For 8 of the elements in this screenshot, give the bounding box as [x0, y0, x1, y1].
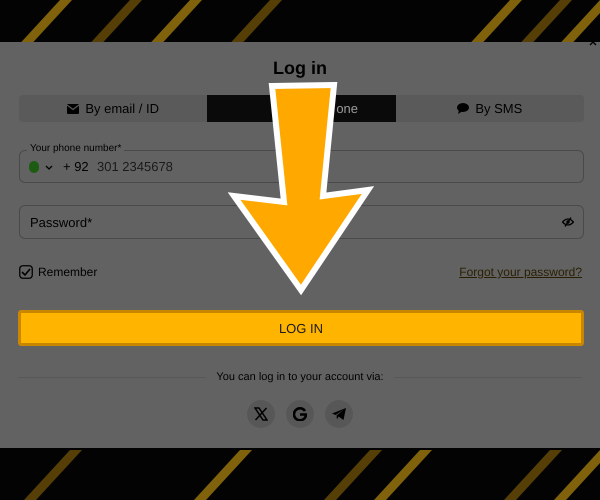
field-label: Your phone number*	[27, 143, 124, 155]
dialog-title: Log in	[272, 57, 328, 80]
login-button[interactable]: LOG IN	[18, 310, 584, 346]
checkbox-label: Remember	[38, 265, 98, 279]
social-login-caption: You can log in to your account via:	[216, 371, 384, 383]
forgot-password-link[interactable]: Forgot your password?	[459, 265, 582, 279]
country-code: + 92	[63, 161, 89, 173]
password-field[interactable]: Password*	[19, 205, 584, 239]
